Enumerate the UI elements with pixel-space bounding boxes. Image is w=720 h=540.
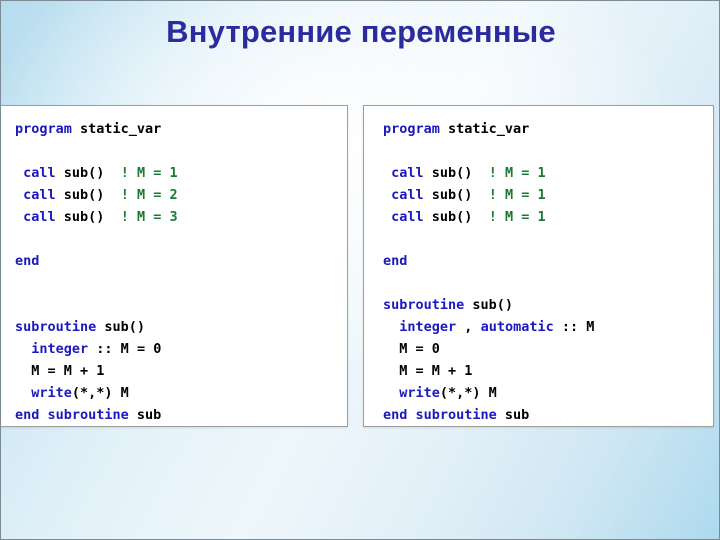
code-identifier: sub() xyxy=(431,187,473,203)
code-keyword: end subroutine xyxy=(383,407,505,423)
code-line: write(*,*) M xyxy=(383,382,713,404)
code-comment: ! M = 3 xyxy=(120,209,178,225)
code-block-automatic-variable: program static_var call sub() ! M = 1 ca… xyxy=(364,106,713,426)
code-identifier xyxy=(104,165,120,181)
code-keyword: end xyxy=(383,253,408,269)
code-identifier: sub() xyxy=(431,165,473,181)
code-line: end xyxy=(15,250,347,272)
code-line: call sub() ! M = 1 xyxy=(383,184,713,206)
code-keyword: call xyxy=(15,165,64,181)
code-identifier xyxy=(472,187,488,203)
slide-root: Внутренние переменные program static_var… xyxy=(0,0,720,540)
code-keyword: call xyxy=(15,209,64,225)
code-identifier: M = 0 xyxy=(383,341,440,357)
code-line: subroutine sub() xyxy=(15,316,347,338)
code-line: call sub() ! M = 1 xyxy=(383,206,713,228)
code-identifier: (*,*) M xyxy=(71,385,129,401)
code-identifier: M = M + 1 xyxy=(15,363,105,379)
code-comment: ! M = 1 xyxy=(488,209,546,225)
code-line: end subroutine sub xyxy=(383,404,713,426)
code-keyword: call xyxy=(383,209,432,225)
code-line: call sub() ! M = 1 xyxy=(383,162,713,184)
code-identifier: :: M xyxy=(553,319,595,335)
code-identifier xyxy=(104,187,120,203)
code-keyword: integer xyxy=(399,319,457,335)
code-identifier: :: M = 0 xyxy=(88,341,162,357)
code-panel-automatic-variable: program static_var call sub() ! M = 1 ca… xyxy=(363,105,714,427)
code-identifier: (*,*) M xyxy=(439,385,497,401)
code-block-static-variable: program static_var call sub() ! M = 1 ca… xyxy=(1,106,347,426)
code-keyword: end xyxy=(15,253,40,269)
code-line: integer , automatic :: M xyxy=(383,316,713,338)
code-keyword: call xyxy=(383,187,432,203)
code-identifier xyxy=(15,341,31,357)
page-title: Внутренние переменные xyxy=(166,14,556,49)
code-line: write(*,*) M xyxy=(15,382,347,404)
code-comment: ! M = 1 xyxy=(488,187,546,203)
code-keyword: integer xyxy=(31,341,89,357)
code-keyword: program xyxy=(383,121,449,137)
code-keyword: write xyxy=(31,385,72,401)
code-identifier xyxy=(472,209,488,225)
code-line: program static_var xyxy=(383,118,713,140)
code-keyword: automatic xyxy=(480,319,554,335)
code-identifier: sub() xyxy=(63,187,105,203)
code-line: call sub() ! M = 3 xyxy=(15,206,347,228)
code-keyword: program xyxy=(15,121,81,137)
code-identifier: sub() xyxy=(431,209,473,225)
code-comment: ! M = 2 xyxy=(120,187,178,203)
code-identifier: sub() xyxy=(63,165,105,181)
code-line: M = M + 1 xyxy=(15,360,347,382)
code-identifier xyxy=(383,385,399,401)
code-keyword: call xyxy=(383,165,432,181)
code-identifier xyxy=(104,209,120,225)
code-identifier xyxy=(472,165,488,181)
code-line: subroutine sub() xyxy=(383,294,713,316)
code-identifier xyxy=(383,319,399,335)
code-panel-static-variable: program static_var call sub() ! M = 1 ca… xyxy=(1,105,348,427)
code-line: call sub() ! M = 2 xyxy=(15,184,347,206)
code-keyword: write xyxy=(399,385,440,401)
code-keyword: call xyxy=(15,187,64,203)
code-identifier: sub() xyxy=(63,209,105,225)
code-keyword: subroutine xyxy=(15,319,105,335)
code-line: end xyxy=(383,250,713,272)
code-comment: ! M = 1 xyxy=(120,165,178,181)
code-keyword: subroutine xyxy=(383,297,473,313)
code-identifier: sub() xyxy=(104,319,146,335)
code-identifier: sub xyxy=(504,407,530,423)
code-identifier: sub xyxy=(136,407,162,423)
code-identifier: static_var xyxy=(80,121,162,137)
code-identifier xyxy=(15,385,31,401)
code-line: M = M + 1 xyxy=(383,360,713,382)
code-identifier: static_var xyxy=(448,121,530,137)
code-identifier: sub() xyxy=(472,297,514,313)
code-identifier: M = M + 1 xyxy=(383,363,473,379)
code-keyword: end subroutine xyxy=(15,407,137,423)
code-comment: ! M = 1 xyxy=(488,165,546,181)
code-line: M = 0 xyxy=(383,338,713,360)
code-line: end subroutine sub xyxy=(15,404,347,426)
code-line: call sub() ! M = 1 xyxy=(15,162,347,184)
code-line: program static_var xyxy=(15,118,347,140)
title-band: Внутренние переменные xyxy=(1,1,719,63)
code-identifier: , xyxy=(456,319,481,335)
code-line: integer :: M = 0 xyxy=(15,338,347,360)
